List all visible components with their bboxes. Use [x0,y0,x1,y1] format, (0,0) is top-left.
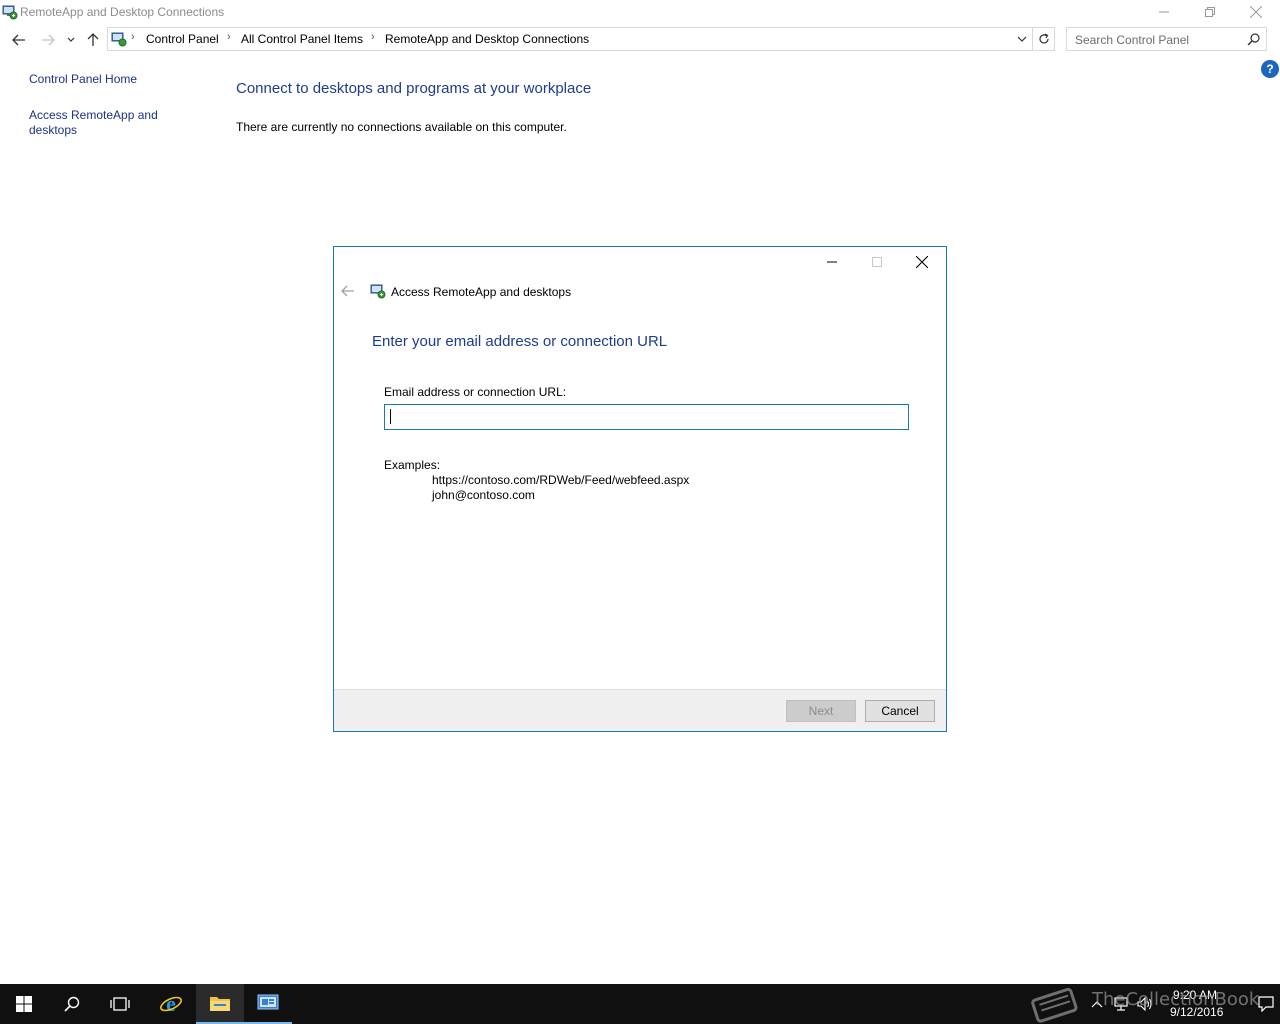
control-panel-home-link[interactable]: Control Panel Home [29,72,169,87]
window-titlebar: RemoteApp and Desktop Connections [0,0,1280,24]
svg-text:e: e [166,992,176,1016]
dialog-close-button[interactable] [900,249,944,275]
example-url: https://contoso.com/RDWeb/Feed/webfeed.a… [432,473,690,487]
help-icon[interactable]: ? [1261,60,1279,78]
dialog-heading: Enter your email address or connection U… [372,333,668,350]
up-button[interactable] [83,30,103,50]
close-icon [916,256,928,268]
search-box[interactable]: Search Control Panel [1066,27,1267,51]
back-button[interactable] [9,30,29,50]
internet-explorer-button[interactable]: e [147,984,195,1024]
cancel-button[interactable]: Cancel [865,700,935,722]
watermark-text: TheCollectionBook [1092,989,1260,1010]
dialog-back-button[interactable] [340,283,356,299]
refresh-icon [1038,33,1049,44]
dialog-footer: Next Cancel [334,689,946,731]
close-icon [1250,6,1262,18]
access-remoteapp-link[interactable]: Access RemoteApp and desktops [29,108,169,138]
arrow-up-icon [87,33,99,46]
breadcrumb-control-panel[interactable]: Control Panel [146,32,219,46]
dialog-title: Access RemoteApp and desktops [391,285,572,299]
dialog-maximize-button[interactable] [855,249,899,275]
file-explorer-icon [210,997,230,1011]
arrow-left-icon [12,34,25,46]
restore-icon [1205,7,1215,17]
chevron-down-icon [1017,36,1027,42]
search-icon [64,996,80,1012]
close-button[interactable] [1233,0,1279,24]
remoteapp-icon [2,5,18,20]
control-panel-icon [111,32,127,47]
breadcrumb-all-items[interactable]: All Control Panel Items [241,32,363,46]
url-field-label: Email address or connection URL: [384,385,567,399]
refresh-button[interactable] [1033,27,1055,51]
next-button[interactable]: Next [786,700,856,722]
status-message: There are currently no connections avail… [236,120,567,134]
recent-locations-button[interactable] [63,30,79,50]
connection-url-input[interactable] [384,404,909,430]
minimize-icon [827,261,837,263]
minimize-button[interactable] [1141,0,1187,24]
remoteapp-icon [257,994,279,1010]
taskbar-search-button[interactable] [48,984,96,1024]
start-button[interactable] [0,984,48,1024]
search-input[interactable]: Search Control Panel [1075,33,1189,47]
arrow-right-icon [42,34,55,46]
maximize-icon [872,257,882,267]
forward-button[interactable] [38,30,58,50]
breadcrumb-separator[interactable]: › [371,31,375,43]
examples-label: Examples: [384,458,441,472]
page-title: Connect to desktops and programs at your… [236,80,592,97]
example-email: john@contoso.com [432,488,535,502]
task-view-button[interactable] [96,984,144,1024]
remoteapp-icon [370,284,386,299]
access-remoteapp-dialog: Access RemoteApp and desktops Enter your… [333,246,947,732]
window-title: RemoteApp and Desktop Connections [20,5,225,19]
chevron-down-icon [67,37,75,42]
file-explorer-button[interactable] [196,984,244,1024]
breadcrumb-remoteapp[interactable]: RemoteApp and Desktop Connections [385,32,589,46]
breadcrumb-separator[interactable]: › [131,31,135,43]
breadcrumb-separator[interactable]: › [227,31,231,43]
restore-button[interactable] [1187,0,1233,24]
remoteapp-taskbar-button[interactable] [244,984,292,1024]
internet-explorer-icon: e [160,992,182,1016]
dialog-minimize-button[interactable] [810,249,854,275]
task-view-icon [110,997,130,1011]
navigation-bar: › Control Panel › All Control Panel Item… [0,26,1280,54]
search-icon[interactable] [1247,32,1261,46]
start-icon [16,996,32,1012]
minimize-icon [1159,11,1169,13]
address-dropdown-button[interactable] [1014,31,1030,47]
text-caret [390,409,391,424]
address-bar[interactable]: › Control Panel › All Control Panel Item… [107,27,1033,51]
